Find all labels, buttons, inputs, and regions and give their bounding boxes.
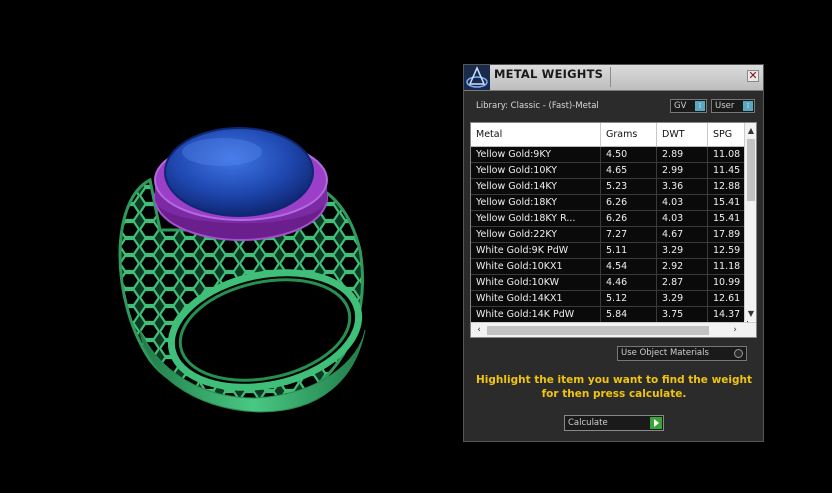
- metal-table[interactable]: Metal Grams DWT SPG Yellow Gold:9KY 4.50 2…: [470, 122, 757, 338]
- user-button-label: User: [715, 101, 735, 111]
- spg-cell: 12.88: [708, 179, 748, 195]
- panel-title: METAL WEIGHTS: [494, 67, 604, 81]
- spg-cell: 12.59: [708, 243, 748, 259]
- grams-cell: 7.27: [601, 227, 657, 243]
- metal-cell: White Gold:14KX1: [471, 291, 601, 307]
- library-label: Library: Classic - (Fast)-Metal: [476, 101, 599, 111]
- metal-cell: Yellow Gold:18KY: [471, 195, 601, 211]
- grams-cell: 4.46: [601, 275, 657, 291]
- 3d-viewport[interactable]: [0, 0, 455, 493]
- table-row[interactable]: Yellow Gold:10KY 4.65 2.99 11.45: [471, 163, 748, 179]
- dwt-cell: 3.29: [657, 243, 708, 259]
- table-row[interactable]: White Gold:14K PdW 5.84 3.75 14.37: [471, 307, 748, 323]
- table-row[interactable]: White Gold:10KX1 4.54 2.92 11.18: [471, 259, 748, 275]
- spg-cell: 15.41: [708, 195, 748, 211]
- spg-cell: 11.18: [708, 259, 748, 275]
- vertical-scrollbar[interactable]: ▲ ▼: [744, 123, 756, 321]
- column-header-grams[interactable]: Grams: [601, 123, 657, 146]
- app-logo-icon: [464, 65, 490, 90]
- play-icon: [650, 417, 662, 429]
- instruction-text: Highlight the item you want to find the …: [474, 373, 754, 401]
- use-object-materials-label: Use Object Materials: [621, 348, 709, 358]
- ring-render: [118, 127, 366, 413]
- toggle-knob-icon: ⁞: [695, 101, 705, 111]
- metal-cell: Yellow Gold:14KY: [471, 179, 601, 195]
- grams-cell: 4.50: [601, 147, 657, 163]
- dwt-cell: 3.36: [657, 179, 708, 195]
- chevron-up-icon[interactable]: ▲: [745, 125, 756, 137]
- grams-cell: 5.12: [601, 291, 657, 307]
- radio-icon[interactable]: [734, 349, 743, 358]
- dwt-cell: 2.99: [657, 163, 708, 179]
- grams-cell: 6.26: [601, 195, 657, 211]
- grams-cell: 5.11: [601, 243, 657, 259]
- metal-cell: Yellow Gold:9KY: [471, 147, 601, 163]
- dwt-cell: 2.87: [657, 275, 708, 291]
- metal-cell: Yellow Gold:22KY: [471, 227, 601, 243]
- chevron-down-icon[interactable]: ▼: [745, 308, 756, 320]
- table-row[interactable]: White Gold:9K PdW 5.11 3.29 12.59: [471, 243, 748, 259]
- close-icon: ✕: [748, 69, 758, 82]
- spg-cell: 12.61: [708, 291, 748, 307]
- grams-cell: 5.23: [601, 179, 657, 195]
- dwt-cell: 2.92: [657, 259, 708, 275]
- table-row[interactable]: Yellow Gold:14KY 5.23 3.36 12.88: [471, 179, 748, 195]
- table-header: Metal Grams DWT SPG: [471, 123, 748, 147]
- dwt-cell: 3.29: [657, 291, 708, 307]
- horizontal-scroll-thumb[interactable]: [487, 326, 709, 335]
- gv-button-label: GV: [674, 101, 687, 111]
- table-row[interactable]: White Gold:10KW 4.46 2.87 10.99: [471, 275, 748, 291]
- horizontal-scrollbar[interactable]: ‹ ›: [471, 322, 756, 337]
- instruction-line-1: Highlight the item you want to find the …: [476, 374, 752, 386]
- dwt-cell: 3.75: [657, 307, 708, 323]
- table-row[interactable]: Yellow Gold:18KY R... 6.26 4.03 15.41: [471, 211, 748, 227]
- panel-titlebar[interactable]: METAL WEIGHTS ✕: [464, 65, 763, 91]
- column-header-dwt[interactable]: DWT: [657, 123, 708, 146]
- toggle-knob-icon: ⁞: [743, 101, 753, 111]
- gv-button[interactable]: GV ⁞: [670, 99, 707, 113]
- metal-cell: White Gold:10KX1: [471, 259, 601, 275]
- vertical-scroll-thumb[interactable]: [747, 139, 755, 201]
- grams-cell: 5.84: [601, 307, 657, 323]
- metal-cell: White Gold:10KW: [471, 275, 601, 291]
- column-header-metal[interactable]: Metal: [471, 123, 601, 146]
- user-button[interactable]: User ⁞: [711, 99, 755, 113]
- spg-cell: 17.89: [708, 227, 748, 243]
- title-separator: [610, 67, 611, 87]
- metal-cell: Yellow Gold:10KY: [471, 163, 601, 179]
- close-button[interactable]: ✕: [747, 70, 759, 82]
- table-row[interactable]: Yellow Gold:22KY 7.27 4.67 17.89: [471, 227, 748, 243]
- grams-cell: 6.26: [601, 211, 657, 227]
- spg-cell: 11.45: [708, 163, 748, 179]
- grams-cell: 4.65: [601, 163, 657, 179]
- metal-cell: White Gold:9K PdW: [471, 243, 601, 259]
- grams-cell: 4.54: [601, 259, 657, 275]
- spg-cell: 11.08: [708, 147, 748, 163]
- spg-cell: 14.37: [708, 307, 748, 323]
- metal-cell: White Gold:14K PdW: [471, 307, 601, 323]
- metal-weights-panel: METAL WEIGHTS ✕ Library: Classic - (Fast…: [463, 64, 764, 442]
- instruction-line-2: for then press calculate.: [541, 388, 687, 400]
- metal-cell: Yellow Gold:18KY R...: [471, 211, 601, 227]
- spg-cell: 10.99: [708, 275, 748, 291]
- dwt-cell: 2.89: [657, 147, 708, 163]
- dwt-cell: 4.03: [657, 195, 708, 211]
- column-header-spg[interactable]: SPG: [708, 123, 748, 146]
- chevron-right-icon[interactable]: ›: [729, 324, 741, 336]
- table-row[interactable]: Yellow Gold:9KY 4.50 2.89 11.08: [471, 147, 748, 163]
- dwt-cell: 4.67: [657, 227, 708, 243]
- spg-cell: 15.41: [708, 211, 748, 227]
- dwt-cell: 4.03: [657, 211, 708, 227]
- calculate-label: Calculate: [568, 418, 608, 428]
- table-row[interactable]: White Gold:14KX1 5.12 3.29 12.61: [471, 291, 748, 307]
- calculate-button[interactable]: Calculate: [564, 415, 664, 431]
- chevron-left-icon[interactable]: ‹: [473, 324, 485, 336]
- use-object-materials-option[interactable]: Use Object Materials: [617, 346, 747, 361]
- table-row[interactable]: Yellow Gold:18KY 6.26 4.03 15.41: [471, 195, 748, 211]
